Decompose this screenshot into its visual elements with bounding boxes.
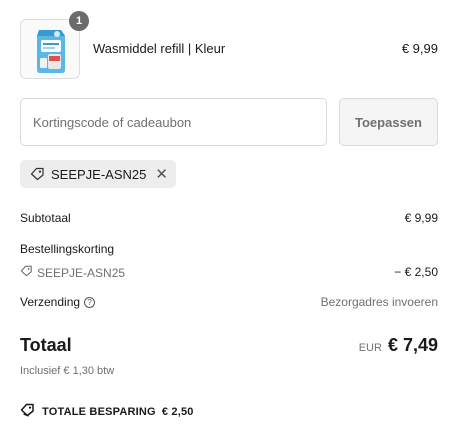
shipping-row: Verzending? Bezorgadres invoeren [20, 295, 438, 309]
tax-note: Inclusief € 1,30 btw [20, 365, 115, 377]
total-label: Totaal [20, 335, 72, 355]
quantity-badge: 1 [69, 11, 89, 31]
applied-discount-chip: SEEPJE-ASN25 ✕ [20, 160, 176, 188]
subtotal-row: Subtotaal € 9,99 [20, 211, 438, 225]
shipping-value: Bezorgadres invoeren [320, 295, 438, 309]
subtotal-label: Subtotaal [20, 211, 71, 225]
shipping-label: Verzending [20, 295, 81, 309]
savings-amount: € 2,50 [161, 405, 194, 418]
total-amount-group: EUR € 7,49 [359, 335, 438, 356]
remove-discount-icon[interactable]: ✕ [155, 167, 168, 182]
product-price: € 9,99 [401, 41, 438, 56]
savings-label: TOTALE BESPARING [42, 405, 156, 418]
tag-icon [20, 403, 36, 420]
product-thumbnail: 1 [20, 11, 89, 79]
applied-discount-code: SEEPJE-ASN25 [51, 166, 147, 182]
line-item: 1 Wasmiddel refill | Kleur € 9,99 [20, 11, 438, 79]
tag-icon [20, 265, 33, 280]
currency-code: EUR [358, 342, 382, 354]
info-icon[interactable]: ? [84, 297, 96, 308]
subtotal-value: € 9,99 [404, 211, 438, 225]
apply-discount-button[interactable]: Toepassen [339, 98, 438, 146]
product-name: Wasmiddel refill | Kleur [93, 41, 226, 56]
tag-icon [30, 167, 45, 181]
order-discount-value: − € 2,50 [394, 265, 438, 279]
discount-code-input[interactable] [20, 98, 327, 146]
order-discount-code: SEEPJE-ASN25 [37, 265, 126, 280]
total-savings: TOTALE BESPARING € 2,50 [20, 403, 194, 420]
order-discount-label: Bestellingskorting [20, 242, 115, 256]
order-discount-row: SEEPJE-ASN25 − € 2,50 [20, 265, 438, 280]
total-amount: € 7,49 [387, 335, 438, 355]
